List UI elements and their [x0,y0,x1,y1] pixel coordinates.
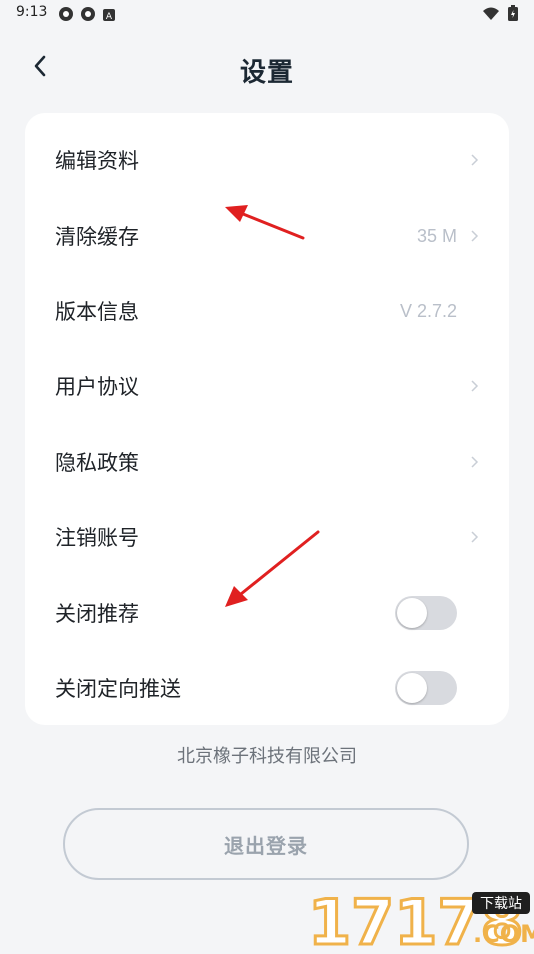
row-label: 编辑资料 [55,149,139,173]
disable-targeted-push-toggle[interactable] [395,671,457,705]
row-label: 注销账号 [55,526,139,550]
company-name: 北京橡子科技有限公司 [177,746,357,767]
settings-gear-icon [58,6,74,26]
toggle-knob [397,598,427,628]
logout-label: 退出登录 [224,833,308,858]
status-bar: 9:13 A [0,0,534,28]
watermark-domain: .COM [473,920,534,948]
chevron-right-icon [469,455,479,469]
status-time: 9:13 [16,4,48,20]
toggle-knob [397,673,427,703]
version-value: V 2.7.2 [399,300,457,321]
chevron-right-icon [469,530,479,544]
disable-recommend-toggle[interactable] [395,596,457,630]
watermark-logo-icon: 17178 下载站 .COM [307,885,534,954]
privacy-policy-row[interactable]: 隐私政策 [25,424,509,500]
version-info-row: 版本信息 V 2.7.2 [25,273,509,349]
row-label: 隐私政策 [55,451,139,475]
logout-button[interactable]: 退出登录 [63,808,469,880]
clear-cache-row[interactable]: 清除缓存 35 M [25,198,509,274]
row-label: 用户协议 [55,375,139,399]
settings-card: 编辑资料 清除缓存 35 M 版本信息 V 2.7.2 用户协议 隐私政策 注销… [25,113,509,725]
edit-profile-row[interactable]: 编辑资料 [25,122,509,198]
page-title: 设置 [239,58,294,88]
a-badge-icon: A [102,7,116,26]
wifi-icon [482,6,500,25]
cache-size-value: 35 M [416,225,457,246]
watermark-badge: 下载站 [480,896,522,912]
battery-icon [508,5,518,25]
row-label: 关闭定向推送 [55,677,181,701]
site-watermark: 17178 下载站 .COM [306,885,534,954]
row-label: 版本信息 [55,300,139,324]
chevron-right-icon [469,153,479,167]
row-label: 清除缓存 [55,225,139,249]
row-label: 关闭推荐 [55,602,139,626]
delete-account-row[interactable]: 注销账号 [25,499,509,575]
disable-targeted-push-row: 关闭定向推送 [25,650,509,726]
user-agreement-row[interactable]: 用户协议 [25,348,509,424]
chevron-right-icon [469,379,479,393]
settings-gear-icon [80,6,96,26]
chevron-right-icon [469,229,479,243]
svg-text:A: A [106,12,113,22]
header: 设置 [0,44,534,94]
disable-recommend-row: 关闭推荐 [25,575,509,651]
